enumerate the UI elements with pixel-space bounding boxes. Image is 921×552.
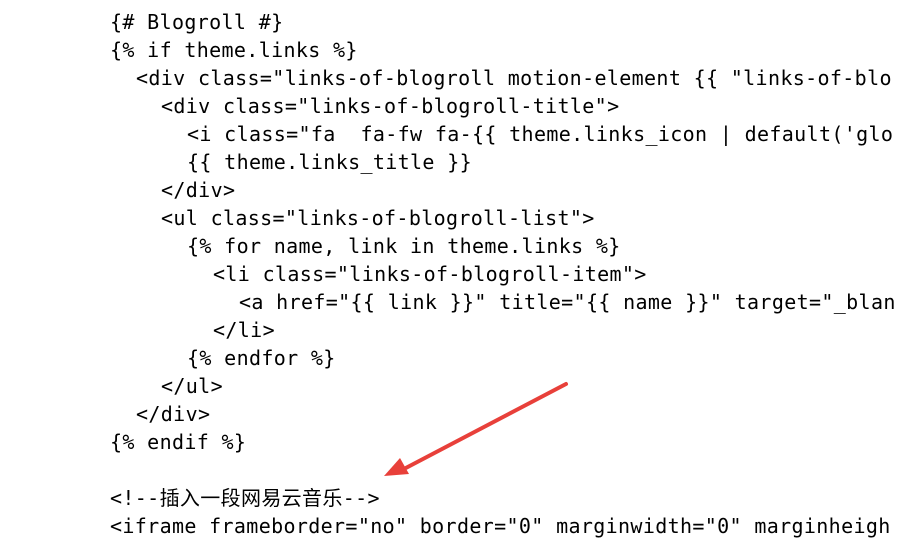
code-line-1: {# Blogroll #} xyxy=(110,10,284,34)
code-line-3: <div class="links-of-blogroll motion-ele… xyxy=(136,66,892,90)
code-line-15: </div> xyxy=(136,402,211,426)
code-line-16: {% endif %} xyxy=(110,430,247,454)
code-editor-view[interactable]: {# Blogroll #} {% if theme.links %} <div… xyxy=(0,0,921,552)
code-line-10: <li class="links-of-blogroll-item"> xyxy=(213,262,647,286)
code-line-11: <a href="{{ link }}" title="{{ name }}" … xyxy=(239,290,896,314)
code-line-8: <ul class="links-of-blogroll-list"> xyxy=(161,206,595,230)
code-line-2: {% if theme.links %} xyxy=(110,38,358,62)
code-line-19: <iframe frameborder="no" border="0" marg… xyxy=(110,514,891,538)
code-line-12: </li> xyxy=(213,318,275,342)
code-line-13: {% endfor %} xyxy=(187,346,336,370)
code-line-5: <i class="fa fa-fw fa-{{ theme.links_ico… xyxy=(187,122,894,146)
code-line-6: {{ theme.links_title }} xyxy=(187,150,472,174)
code-line-9: {% for name, link in theme.links %} xyxy=(187,234,621,258)
code-line-7: </div> xyxy=(161,178,236,202)
code-line-18-comment: <!--插入一段网易云音乐--> xyxy=(110,486,380,510)
code-line-14: </ul> xyxy=(161,374,223,398)
code-line-4: <div class="links-of-blogroll-title"> xyxy=(161,94,620,118)
